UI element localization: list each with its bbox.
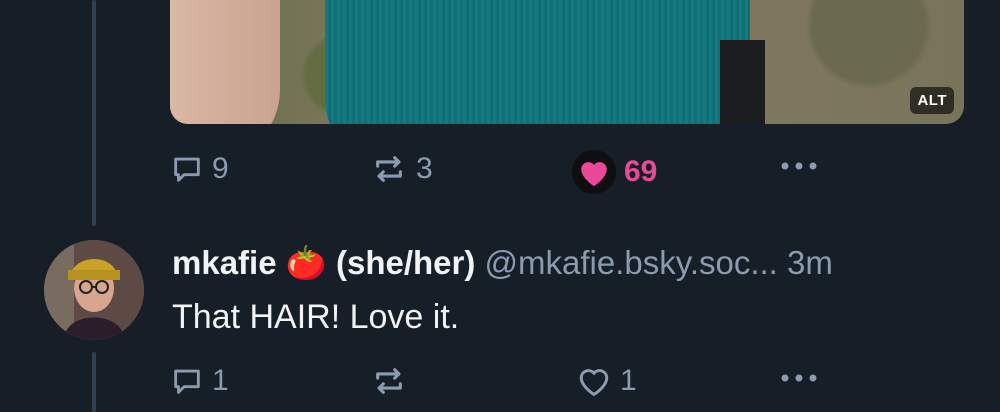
avatar[interactable] [44,240,144,340]
reply-button[interactable]: 9 [170,152,229,186]
author-pronouns: (she/her) [336,244,476,281]
like-count: 69 [624,155,658,188]
post-actions: 9 3 69 [170,150,970,194]
heart-filled-icon [572,150,616,194]
repost-icon [370,152,408,186]
reply-icon [170,364,204,398]
heart-outline-icon [576,364,612,398]
like-count: 1 [620,364,637,397]
more-icon [778,368,820,388]
author-name[interactable]: mkafie [172,244,277,281]
reply-button[interactable]: 1 [170,364,229,398]
thread-line-bottom [92,352,96,412]
tomato-emoji: 🍅 [285,244,327,281]
image-shirt [325,0,750,124]
more-options-button[interactable] [778,156,820,176]
post-image[interactable]: ALT [170,0,964,124]
post-text: That HAIR! Love it. [172,298,460,336]
reply-icon [170,152,204,186]
more-options-button[interactable] [778,368,820,388]
repost-button[interactable] [370,364,408,398]
repost-icon [370,364,408,398]
more-icon [778,156,820,176]
reply-count: 1 [212,364,229,397]
author-handle[interactable]: @mkafie.bsky.soc... [485,244,778,281]
post-actions: 1 1 [170,364,970,404]
thread-line-top [92,0,96,226]
repost-count: 3 [416,152,433,185]
like-button[interactable]: 1 [576,364,637,398]
like-button[interactable]: 69 [572,150,657,194]
reply-count: 9 [212,152,229,185]
image-arm [170,0,280,124]
post-header: mkafie 🍅 (she/her) @mkafie.bsky.soc... 3… [172,244,833,283]
alt-badge[interactable]: ALT [910,87,954,114]
post-timestamp[interactable]: 3m [787,244,833,281]
image-pants [720,40,765,124]
repost-button[interactable]: 3 [370,152,433,186]
